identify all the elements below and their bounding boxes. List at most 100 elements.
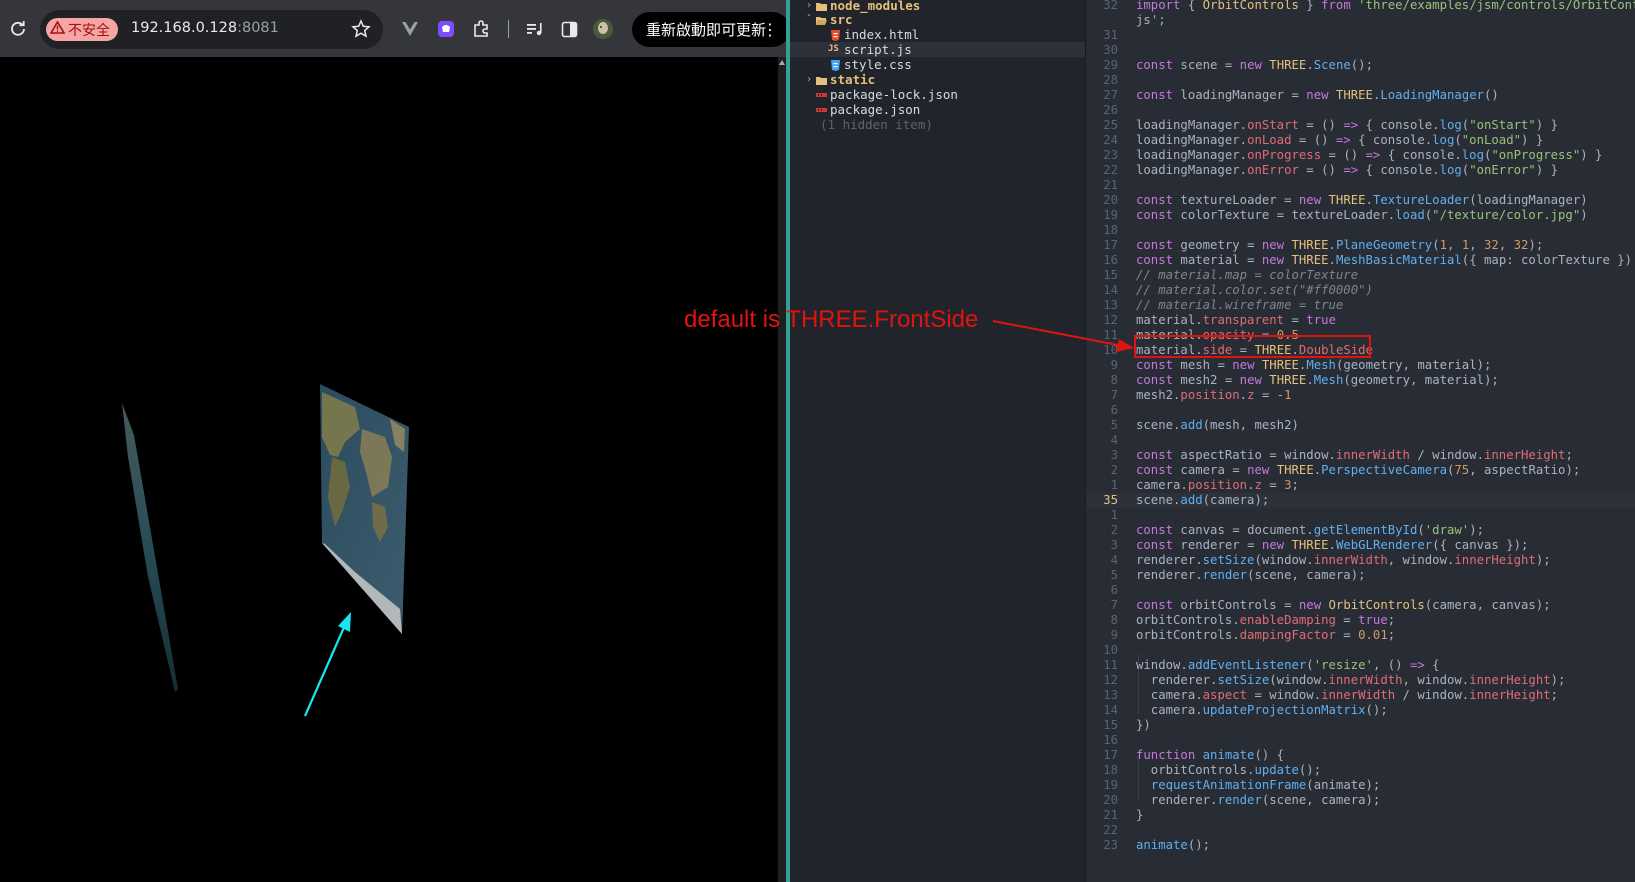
more-menu-icon[interactable]: ⋮ xyxy=(762,20,778,39)
line-number: 27 xyxy=(1103,88,1118,102)
code-line[interactable]: 17 function animate() { xyxy=(1086,748,1635,763)
code-line[interactable]: 13 camera.aspect = window.innerWidth / w… xyxy=(1086,688,1635,703)
code-text: const material = new THREE.MeshBasicMate… xyxy=(1136,253,1633,267)
code-line[interactable]: 21 xyxy=(1086,178,1635,193)
code-line[interactable]: 5 renderer.render(scene, camera); xyxy=(1086,568,1635,583)
code-line[interactable]: 20 renderer.render(scene, camera); xyxy=(1086,793,1635,808)
code-line[interactable]: 16 xyxy=(1086,733,1635,748)
code-line[interactable]: 3 const aspectRatio = window.innerWidth /… xyxy=(1086,448,1635,463)
code-line[interactable]: 8 const mesh2 = new THREE.Mesh(geometry, … xyxy=(1086,373,1635,388)
restart-to-update-button[interactable]: 重新啟動即可更新 ⋮ xyxy=(632,12,790,47)
code-line[interactable]: 9 const mesh = new THREE.Mesh(geometry, m… xyxy=(1086,358,1635,373)
code-line[interactable]: 5 scene.add(mesh, mesh2) xyxy=(1086,418,1635,433)
side-panel-icon[interactable] xyxy=(558,18,580,40)
code-line[interactable]: 15}) xyxy=(1086,718,1635,733)
code-line[interactable]: 15 // material.map = colorTexture xyxy=(1086,268,1635,283)
code-line[interactable]: 17 const geometry = new THREE.PlaneGeomet… xyxy=(1086,238,1635,253)
code-line[interactable]: 2 const camera = new THREE.PerspectiveCam… xyxy=(1086,463,1635,478)
url-text[interactable]: 192.168.0.128:8081 xyxy=(131,20,279,36)
code-text: mesh2.position.z = -1 xyxy=(1136,388,1292,402)
code-line[interactable]: 1 camera.position.z = 3; xyxy=(1086,478,1635,493)
security-chip[interactable]: 不安全 xyxy=(46,18,118,41)
scroll-up-arrow-icon[interactable] xyxy=(779,60,785,65)
code-text: animate(); xyxy=(1136,838,1211,852)
code-line[interactable]: 19 requestAnimationFrame(animate); xyxy=(1086,778,1635,793)
folder-icon xyxy=(816,74,827,85)
code-line[interactable]: 9 orbitControls.dampingFactor = 0.01; xyxy=(1086,628,1635,643)
tree-item-static[interactable]: › static xyxy=(790,72,1086,87)
code-line[interactable]: 24 loadingManager.onLoad = () => { consol… xyxy=(1086,133,1635,148)
tree-item-index-html[interactable]: index.html xyxy=(790,27,1086,42)
page-scrollbar[interactable] xyxy=(778,57,786,882)
extension-purple-icon[interactable] xyxy=(435,18,457,40)
code-line[interactable]: 22 loadingManager.onError = () => { conso… xyxy=(1086,163,1635,178)
code-line[interactable]: 32 import { OrbitControls } from 'three/e… xyxy=(1086,0,1635,13)
code-line[interactable]: 14 camera.updateProjectionMatrix(); xyxy=(1086,703,1635,718)
line-number: 19 xyxy=(1103,208,1118,222)
code-line[interactable]: 22 xyxy=(1086,823,1635,838)
tree-item-src[interactable]: ˇ src xyxy=(790,12,1086,27)
vue-devtools-icon[interactable] xyxy=(399,18,421,40)
tree-item-style-css[interactable]: style.css xyxy=(790,57,1086,72)
address-bar[interactable]: 不安全 192.168.0.128:8081 xyxy=(40,10,383,49)
code-line[interactable]: 18 orbitControls.update(); xyxy=(1086,763,1635,778)
code-line[interactable]: 12 material.transparent = true xyxy=(1086,313,1635,328)
media-controls-icon[interactable] xyxy=(524,18,546,40)
line-number: 6 xyxy=(1110,583,1118,597)
profile-avatar-icon[interactable] xyxy=(592,18,614,40)
code-line[interactable]: 28 xyxy=(1086,73,1635,88)
code-text: const canvas = document.getElementById('… xyxy=(1136,523,1484,537)
code-line[interactable]: 14 // material.color.set("#ff0000") xyxy=(1086,283,1635,298)
code-line[interactable]: 31 xyxy=(1086,28,1635,43)
code-text: orbitControls.dampingFactor = 0.01; xyxy=(1136,628,1396,642)
code-line[interactable]: 6 xyxy=(1086,583,1635,598)
css-file-icon xyxy=(830,59,841,71)
code-line[interactable]: 2 const canvas = document.getElementById(… xyxy=(1086,523,1635,538)
code-line[interactable]: 13 // material.wireframe = true xyxy=(1086,298,1635,313)
code-line[interactable]: 7 mesh2.position.z = -1 xyxy=(1086,388,1635,403)
line-number: 5 xyxy=(1110,418,1118,432)
line-number: 13 xyxy=(1103,298,1118,312)
webgl-canvas[interactable] xyxy=(0,57,786,882)
code-line[interactable]: 18 xyxy=(1086,223,1635,238)
extensions-puzzle-icon[interactable] xyxy=(470,18,492,40)
code-line[interactable]: 23 loadingManager.onProgress = () => { co… xyxy=(1086,148,1635,163)
code-text: const geometry = new THREE.PlaneGeometry… xyxy=(1136,238,1544,252)
code-line[interactable]: 6 xyxy=(1086,403,1635,418)
line-number: 3 xyxy=(1110,448,1118,462)
security-label: 不安全 xyxy=(68,22,110,39)
code-line[interactable]: 26 xyxy=(1086,103,1635,118)
code-line[interactable]: 10 xyxy=(1086,643,1635,658)
code-line[interactable]: 7 const orbitControls = new OrbitControls… xyxy=(1086,598,1635,613)
code-line[interactable]: 11 window.addEventListener('resize', () =… xyxy=(1086,658,1635,673)
code-line[interactable]: 4 xyxy=(1086,433,1635,448)
folder-icon xyxy=(816,0,827,11)
line-number: 2 xyxy=(1110,463,1118,477)
line-number: 17 xyxy=(1103,748,1118,762)
code-line[interactable]: 23 animate(); xyxy=(1086,838,1635,853)
tree-item-script-js[interactable]: JS script.js xyxy=(790,42,1086,57)
browser-toolbar: 不安全 192.168.0.128:8081 重新啟動即可更新 ⋮ xyxy=(0,0,790,57)
tree-item-package-lock-json[interactable]: package-lock.json xyxy=(790,87,1086,102)
code-line[interactable]: 27 const loadingManager = new THREE.Loadi… xyxy=(1086,88,1635,103)
code-line[interactable]: 12 renderer.setSize(window.innerWidth, w… xyxy=(1086,673,1635,688)
code-line[interactable]: 8 orbitControls.enableDamping = true; xyxy=(1086,613,1635,628)
code-line[interactable]: 21} xyxy=(1086,808,1635,823)
tree-item-hidden-count[interactable]: (1 hidden item) xyxy=(790,117,1086,132)
bookmark-star-icon[interactable] xyxy=(351,19,371,39)
tree-item-package-json[interactable]: package.json xyxy=(790,102,1086,117)
code-line[interactable]: 1 xyxy=(1086,508,1635,523)
code-line[interactable]: js'; xyxy=(1086,13,1635,28)
code-line[interactable]: 3 const renderer = new THREE.WebGLRendere… xyxy=(1086,538,1635,553)
code-line[interactable]: 35 scene.add(camera); xyxy=(1086,493,1635,508)
code-line[interactable]: 4 renderer.setSize(window.innerWidth, win… xyxy=(1086,553,1635,568)
code-line[interactable]: 16 const material = new THREE.MeshBasicMa… xyxy=(1086,253,1635,268)
code-editor[interactable]: 32 import { OrbitControls } from 'three/e… xyxy=(1086,0,1635,882)
reload-icon[interactable] xyxy=(6,17,30,41)
code-line[interactable]: 19 const colorTexture = textureLoader.loa… xyxy=(1086,208,1635,223)
code-line[interactable]: 29 const scene = new THREE.Scene(); xyxy=(1086,58,1635,73)
code-line[interactable]: 30 xyxy=(1086,43,1635,58)
code-line[interactable]: 20 const textureLoader = new THREE.Textur… xyxy=(1086,193,1635,208)
npm-file-icon xyxy=(816,89,827,100)
code-line[interactable]: 25 loadingManager.onStart = () => { conso… xyxy=(1086,118,1635,133)
